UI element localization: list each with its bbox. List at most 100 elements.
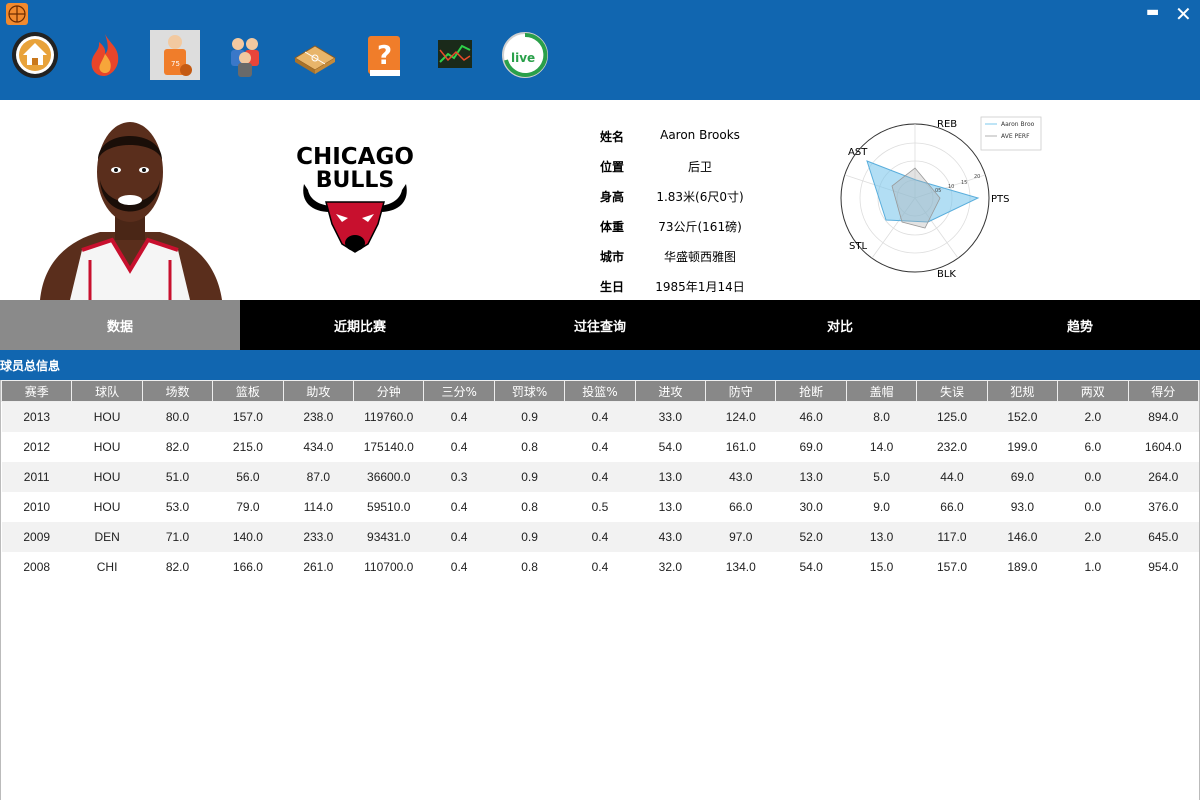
birthday-value: 1985年1月14日 xyxy=(655,280,745,294)
table-row[interactable]: 2013 HOU 80.0 157.0 238.0 119760.0 0.4 0.9 0.4 33… xyxy=(1,401,1199,432)
column-header[interactable]: 两双 xyxy=(1057,380,1129,402)
table-cell: 71.0 xyxy=(142,522,213,552)
radar-chart: REB PTS BLK STL AST 05 10 15 20 Aaron Br… xyxy=(840,110,1060,290)
table-cell: 146.0 xyxy=(987,522,1058,552)
column-header[interactable]: 得分 xyxy=(1127,380,1199,402)
table-cell: 2013 xyxy=(1,401,72,432)
column-header[interactable]: 篮板 xyxy=(212,380,284,402)
city-value: 华盛顿西雅图 xyxy=(663,250,736,264)
team-icon xyxy=(231,38,259,77)
table-cell: 0.5 xyxy=(564,492,636,522)
column-header[interactable]: 场数 xyxy=(141,380,214,402)
nav-live-button[interactable]: live xyxy=(500,30,550,80)
table-cell: 0.4 xyxy=(423,401,495,432)
tab-compare[interactable]: 对比 xyxy=(720,300,960,350)
column-header[interactable]: 犯规 xyxy=(986,380,1059,402)
tab-trend[interactable]: 趋势 xyxy=(960,300,1200,350)
weight-value: 73公斤(161磅) xyxy=(658,220,742,234)
table-cell: 14.0 xyxy=(846,432,917,462)
table-cell: 0.0 xyxy=(1057,462,1128,492)
tab-data[interactable]: 数据 xyxy=(0,300,240,350)
table-cell: 13.0 xyxy=(635,492,706,522)
position-value: 后卫 xyxy=(687,160,712,174)
column-header[interactable]: 防守 xyxy=(705,380,777,402)
table-cell: 54.0 xyxy=(635,432,706,462)
table-cell: 59510.0 xyxy=(353,492,424,522)
table-cell: 264.0 xyxy=(1128,462,1199,492)
position-label: 位置 xyxy=(600,160,625,174)
table-cell: 140.0 xyxy=(212,522,284,552)
live-icon: live xyxy=(502,32,548,78)
table-cell: 15.0 xyxy=(846,552,917,582)
table-cell: 30.0 xyxy=(775,492,847,522)
column-header[interactable]: 抢断 xyxy=(775,380,847,402)
nav-help-button[interactable]: ? xyxy=(360,30,410,80)
svg-text:?: ? xyxy=(377,41,392,71)
tab-recent-games[interactable]: 近期比赛 xyxy=(240,300,480,350)
column-header[interactable]: 盖帽 xyxy=(845,380,918,402)
table-row[interactable]: 2009 DEN 71.0 140.0 233.0 93431.0 0.4 0.9 0.4 43.… xyxy=(1,522,1199,552)
home-icon xyxy=(12,32,58,78)
nav-home-button[interactable] xyxy=(10,30,60,80)
close-button[interactable]: ✕ xyxy=(1175,2,1192,26)
table-cell: 2011 xyxy=(1,462,72,492)
table-cell: 376.0 xyxy=(1128,492,1199,522)
table-cell: 117.0 xyxy=(916,522,988,552)
column-header[interactable]: 三分% xyxy=(423,380,495,402)
minimize-button[interactable]: ▬ xyxy=(1146,4,1159,20)
section-header: 球员总信息 xyxy=(0,350,1200,380)
table-row[interactable]: 2008 CHI 82.0 166.0 261.0 110700.0 0.4 0.8 0.4 32… xyxy=(1,552,1199,582)
table-row[interactable]: 2010 HOU 53.0 79.0 114.0 59510.0 0.4 0.8 0.5 13.0… xyxy=(1,492,1199,522)
column-header[interactable]: 投篮% xyxy=(564,380,636,402)
nav-court-button[interactable] xyxy=(290,30,340,80)
table-cell: 46.0 xyxy=(775,401,847,432)
table-cell: HOU xyxy=(71,462,143,492)
tick-label: 05 xyxy=(935,188,941,194)
table-cell: 175140.0 xyxy=(353,432,424,462)
table-cell: 0.4 xyxy=(564,401,636,432)
table-row[interactable]: 2012 HOU 82.0 215.0 434.0 175140.0 0.4 0.8 0.4 54… xyxy=(1,432,1199,462)
tab-bar: 数据 近期比赛 过往查询 对比 趋势 xyxy=(0,300,1200,350)
table-cell: 166.0 xyxy=(212,552,284,582)
nav-player-button[interactable]: 75 xyxy=(150,30,200,80)
tab-history-query[interactable]: 过往查询 xyxy=(480,300,720,350)
table-cell: 66.0 xyxy=(705,492,776,522)
table-cell: 134.0 xyxy=(705,552,776,582)
table-cell: 161.0 xyxy=(705,432,776,462)
column-header[interactable]: 赛季 xyxy=(0,380,73,402)
table-cell: 13.0 xyxy=(635,462,706,492)
tick-label: 20 xyxy=(974,174,980,180)
table-cell: 2012 xyxy=(1,432,72,462)
table-cell: 79.0 xyxy=(212,492,284,522)
table-row[interactable]: 2011 HOU 51.0 56.0 87.0 36600.0 0.3 0.9 0.4 13.0 4… xyxy=(1,462,1199,492)
axis-label-reb: REB xyxy=(937,119,957,130)
name-value: Aaron Brooks xyxy=(660,128,740,142)
table-cell: 0.4 xyxy=(564,552,636,582)
column-header[interactable]: 球队 xyxy=(71,380,143,402)
table-cell: 82.0 xyxy=(142,552,213,582)
column-header[interactable]: 失误 xyxy=(916,380,988,402)
birthday-label: 生日 xyxy=(600,280,625,294)
nav-trend-button[interactable] xyxy=(430,30,480,80)
stats-table-container: 赛季 球队 场数 篮板 助攻 分钟 三分% 罚球% 投篮% 进攻 防守 抢断 盖帽 失误 犯规 两双 得分 20… xyxy=(0,380,1200,800)
table-header-row: 赛季 球队 场数 篮板 助攻 分钟 三分% 罚球% 投篮% 进攻 防守 抢断 盖帽 失误 犯规 两双 得分 xyxy=(0,380,1199,402)
table-cell: 13.0 xyxy=(846,522,917,552)
table-cell: 261.0 xyxy=(283,552,354,582)
tick-label: 10 xyxy=(948,184,954,190)
column-header[interactable]: 进攻 xyxy=(634,380,707,402)
table-cell: 110700.0 xyxy=(353,552,424,582)
column-header[interactable]: 罚球% xyxy=(493,380,566,402)
nav-hot-button[interactable] xyxy=(80,30,130,80)
table-cell: 124.0 xyxy=(705,401,776,432)
height-value: 1.83米(6尺0寸) xyxy=(656,190,744,204)
table-cell: 93431.0 xyxy=(353,522,424,552)
table-cell: 43.0 xyxy=(635,522,706,552)
table-cell: 125.0 xyxy=(916,401,988,432)
column-header[interactable]: 分钟 xyxy=(353,380,425,402)
table-cell: HOU xyxy=(71,401,143,432)
table-cell: 69.0 xyxy=(987,462,1058,492)
logo-line-2: BULLS xyxy=(316,168,395,193)
table-cell: DEN xyxy=(71,522,143,552)
nav-team-button[interactable] xyxy=(220,30,270,80)
column-header[interactable]: 助攻 xyxy=(282,380,355,402)
